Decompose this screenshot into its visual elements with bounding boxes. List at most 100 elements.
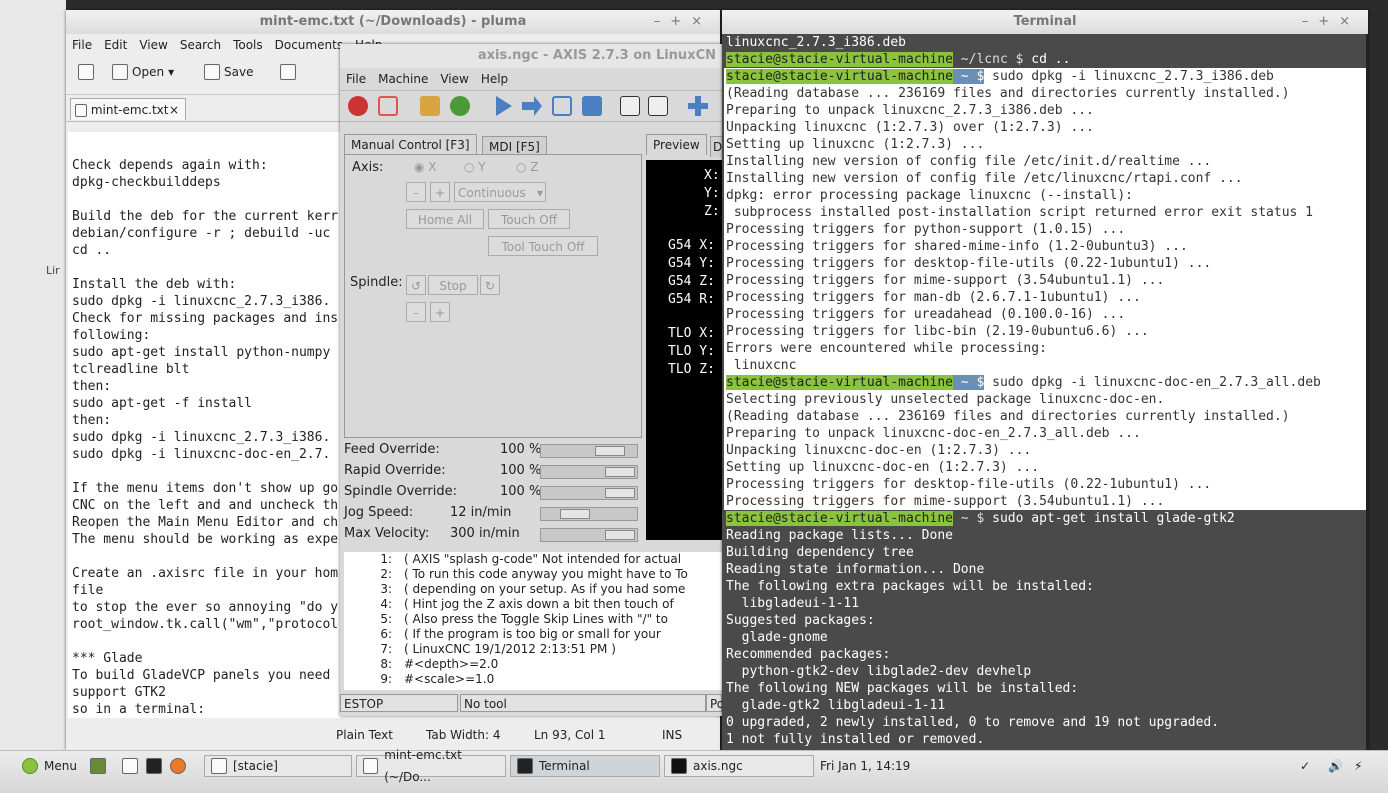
- touch-off-button[interactable]: Touch Off: [488, 209, 570, 229]
- axis-z-radio[interactable]: ○ Z: [516, 160, 539, 174]
- spindle-ccw-icon[interactable]: ↺: [406, 275, 426, 295]
- network-icon[interactable]: ⚡: [1354, 755, 1374, 777]
- terminal-text: Processing triggers for desktop-file-uti…: [726, 477, 1212, 492]
- mint-logo-icon: [22, 758, 38, 774]
- menu-file[interactable]: File: [72, 38, 92, 52]
- task-stacie[interactable]: [stacie]: [204, 755, 352, 777]
- estop-icon[interactable]: [348, 96, 368, 116]
- show-desktop-button[interactable]: [90, 755, 108, 777]
- window-controls[interactable]: –+×: [654, 10, 712, 34]
- home-all-button[interactable]: Home All: [406, 209, 484, 229]
- override-slider[interactable]: [540, 465, 638, 479]
- axis-title: axis.ngc - AXIS 2.7.3 on LinuxCN: [477, 48, 716, 63]
- dro-line: G54 R:: [668, 292, 715, 307]
- tool-touch-off-button[interactable]: Tool Touch Off: [488, 236, 598, 256]
- task-pluma[interactable]: mint-emc.txt (~/Do...: [356, 748, 506, 784]
- close-icon[interactable]: ×: [169, 99, 179, 121]
- jog-increment-select[interactable]: Continuous ▾: [454, 182, 546, 202]
- stop-icon[interactable]: [582, 96, 602, 116]
- reload-icon[interactable]: [450, 96, 470, 116]
- spindle-faster-button[interactable]: +: [430, 302, 450, 322]
- gcode-line-text: #<scale>=1.0: [404, 672, 495, 686]
- gcode-line-number: 9:: [380, 672, 392, 686]
- override-slider[interactable]: [540, 486, 638, 500]
- spindle-stop-button[interactable]: Stop: [428, 275, 478, 295]
- mint-menu-button[interactable]: Menu: [16, 755, 90, 777]
- window-controls[interactable]: –+×: [1302, 10, 1360, 34]
- terminal-window: Terminal –+× linuxcnc_2.7.3_i386.deb stac…: [722, 10, 1368, 750]
- shield-icon[interactable]: ✓: [1300, 755, 1320, 777]
- pause-icon[interactable]: [552, 96, 572, 116]
- terminal-scrollbar[interactable]: [1366, 34, 1368, 750]
- launcher-files[interactable]: [122, 755, 140, 777]
- axis-menu-file[interactable]: File: [346, 72, 366, 86]
- task-axis[interactable]: axis.ngc: [664, 755, 814, 777]
- terminal-line: The following NEW packages will be insta…: [724, 680, 1366, 697]
- override-slider[interactable]: [540, 444, 638, 458]
- run-icon[interactable]: [496, 96, 512, 116]
- folder-open-icon[interactable]: [420, 96, 440, 116]
- terminal-line: Preparing to unpack linuxcnc_2.7.3_i386.…: [724, 102, 1366, 119]
- menu-edit[interactable]: Edit: [104, 38, 127, 52]
- clock[interactable]: Fri Jan 1, 14:19: [820, 755, 910, 777]
- override-slider[interactable]: [540, 507, 638, 521]
- override-slider[interactable]: [540, 528, 638, 542]
- gcode-line[interactable]: 2: ( To run this code anyway you might ha…: [344, 567, 722, 582]
- save-button[interactable]: Save: [204, 64, 253, 80]
- terminal-text: Errors were encountered while processing…: [726, 341, 1047, 356]
- axis-x-radio[interactable]: ◉ X: [414, 160, 437, 174]
- terminal-line: dpkg: error processing package linuxcnc …: [724, 187, 1366, 204]
- terminal-line: Processing triggers for libc-bin (2.19-0…: [724, 323, 1366, 340]
- step-icon[interactable]: [522, 96, 542, 116]
- pluma-title: mint-emc.txt (~/Downloads) - pluma: [259, 14, 527, 29]
- launcher-firefox[interactable]: [170, 755, 188, 777]
- task-terminal[interactable]: Terminal: [510, 755, 660, 777]
- tab-preview[interactable]: Preview: [646, 134, 707, 155]
- print-button[interactable]: [280, 64, 296, 80]
- slider-knob[interactable]: [595, 446, 625, 456]
- gcode-line[interactable]: 8: #<depth>=2.0: [344, 657, 722, 672]
- gcode-listing[interactable]: 1: ( AXIS "splash g-code" Not intended fo…: [344, 552, 722, 690]
- axis-menu-help[interactable]: Help: [481, 72, 508, 86]
- jog-plus-button[interactable]: +: [430, 182, 450, 202]
- spindle-cw-icon[interactable]: ↻: [480, 275, 500, 295]
- menu-search[interactable]: Search: [180, 38, 221, 52]
- menu-view[interactable]: View: [139, 38, 167, 52]
- gcode-line[interactable]: 9: #<scale>=1.0: [344, 672, 722, 687]
- gcode-line[interactable]: 1: ( AXIS "splash g-code" Not intended fo…: [344, 552, 722, 567]
- slider-knob[interactable]: [560, 509, 590, 519]
- slider-knob[interactable]: [605, 488, 635, 498]
- gcode-line[interactable]: 4: ( Hint jog the Z axis down a bit then …: [344, 597, 722, 612]
- document-tab[interactable]: mint-emc.txt ×: [70, 98, 186, 120]
- axis-statusbar: ESTOP No tool Po: [340, 694, 724, 714]
- launcher-terminal[interactable]: [146, 755, 164, 777]
- open-button[interactable]: Open ▾: [112, 64, 174, 80]
- gcode-line[interactable]: 6: ( If the program is too big or small f…: [344, 627, 722, 642]
- axis-y-radio[interactable]: ○ Y: [464, 160, 486, 174]
- slider-knob[interactable]: [605, 530, 635, 540]
- terminal-text: Processing triggers for python-support (…: [726, 222, 1126, 237]
- power-icon[interactable]: [378, 96, 398, 116]
- pluma-titlebar[interactable]: mint-emc.txt (~/Downloads) - pluma –+×: [66, 10, 720, 34]
- gcode-line[interactable]: 3: ( depending on your setup. As if you h…: [344, 582, 722, 597]
- gcode-line[interactable]: 7: ( LinuxCNC 19/1/2012 2:13:51 PM ): [344, 642, 722, 657]
- axis-menu-machine[interactable]: Machine: [378, 72, 428, 86]
- axis-titlebar[interactable]: axis.ngc - AXIS 2.7.3 on LinuxCN: [340, 44, 722, 68]
- gcode-line[interactable]: 5: ( Also press the Toggle Skip Lines wit…: [344, 612, 722, 627]
- preview-canvas[interactable]: X: Y: Z: G54 X: G54 Y: G54 Z: G54 R: TLO X: TLO …: [646, 160, 722, 540]
- tab-manual-control[interactable]: Manual Control [F3]: [344, 134, 477, 155]
- menu-tools[interactable]: Tools: [233, 38, 263, 52]
- slider-knob[interactable]: [605, 467, 635, 477]
- menu-documents[interactable]: Documents: [275, 38, 343, 52]
- skip-lines-icon[interactable]: [620, 96, 640, 116]
- new-button[interactable]: [78, 64, 94, 80]
- terminal-line: The following extra packages will be ins…: [724, 578, 1366, 595]
- terminal-titlebar[interactable]: Terminal –+×: [722, 10, 1368, 34]
- volume-icon[interactable]: 🔊: [1328, 755, 1348, 777]
- jog-minus-button[interactable]: -: [406, 182, 426, 202]
- zoom-in-icon[interactable]: [688, 96, 708, 116]
- terminal-output[interactable]: linuxcnc_2.7.3_i386.deb stacie@stacie-vir…: [724, 34, 1366, 750]
- axis-menu-view[interactable]: View: [440, 72, 468, 86]
- optional-stop-icon[interactable]: [648, 96, 668, 116]
- spindle-slower-button[interactable]: -: [406, 302, 426, 322]
